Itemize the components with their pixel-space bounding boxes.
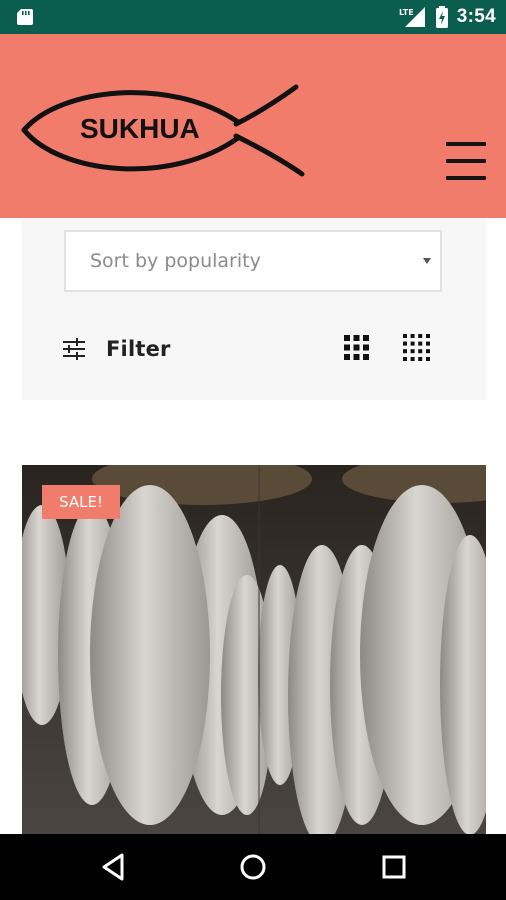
system-nav-bar [0, 834, 506, 900]
sort-select[interactable]: Sort by popularity [64, 230, 442, 292]
filter-button[interactable]: Filter [62, 334, 171, 364]
sale-badge: SALE! [42, 485, 120, 519]
shop-content[interactable]: Sort by popularity Filter SALE! [0, 218, 506, 834]
sd-card-icon [17, 9, 33, 25]
product-card[interactable]: SALE! [22, 465, 486, 834]
home-icon[interactable] [233, 847, 273, 887]
recents-icon[interactable] [374, 847, 414, 887]
dropdown-caret-icon [423, 258, 431, 264]
sort-selected-value: Sort by popularity [90, 250, 261, 272]
grid-4-view-icon[interactable] [403, 334, 430, 361]
sukhua-logo[interactable]: SUKHUA [20, 82, 306, 178]
clock: 3:54 [456, 6, 496, 27]
grid-3-view-icon[interactable] [344, 335, 369, 360]
status-bar: LTE 3:54 [0, 0, 506, 34]
hamburger-menu-icon[interactable] [444, 140, 488, 184]
logo-text: SUKHUA [80, 113, 200, 144]
site-header: SUKHUA [0, 34, 506, 218]
network-type-label: LTE [399, 8, 414, 17]
battery-charging-icon [435, 6, 448, 28]
signal-icon: LTE [399, 7, 425, 27]
back-icon[interactable] [94, 847, 134, 887]
shop-toolbar: Sort by popularity Filter [22, 218, 486, 400]
filter-label: Filter [106, 337, 171, 361]
dried-fish-photo[interactable] [22, 465, 486, 834]
filter-sliders-icon [63, 338, 85, 360]
